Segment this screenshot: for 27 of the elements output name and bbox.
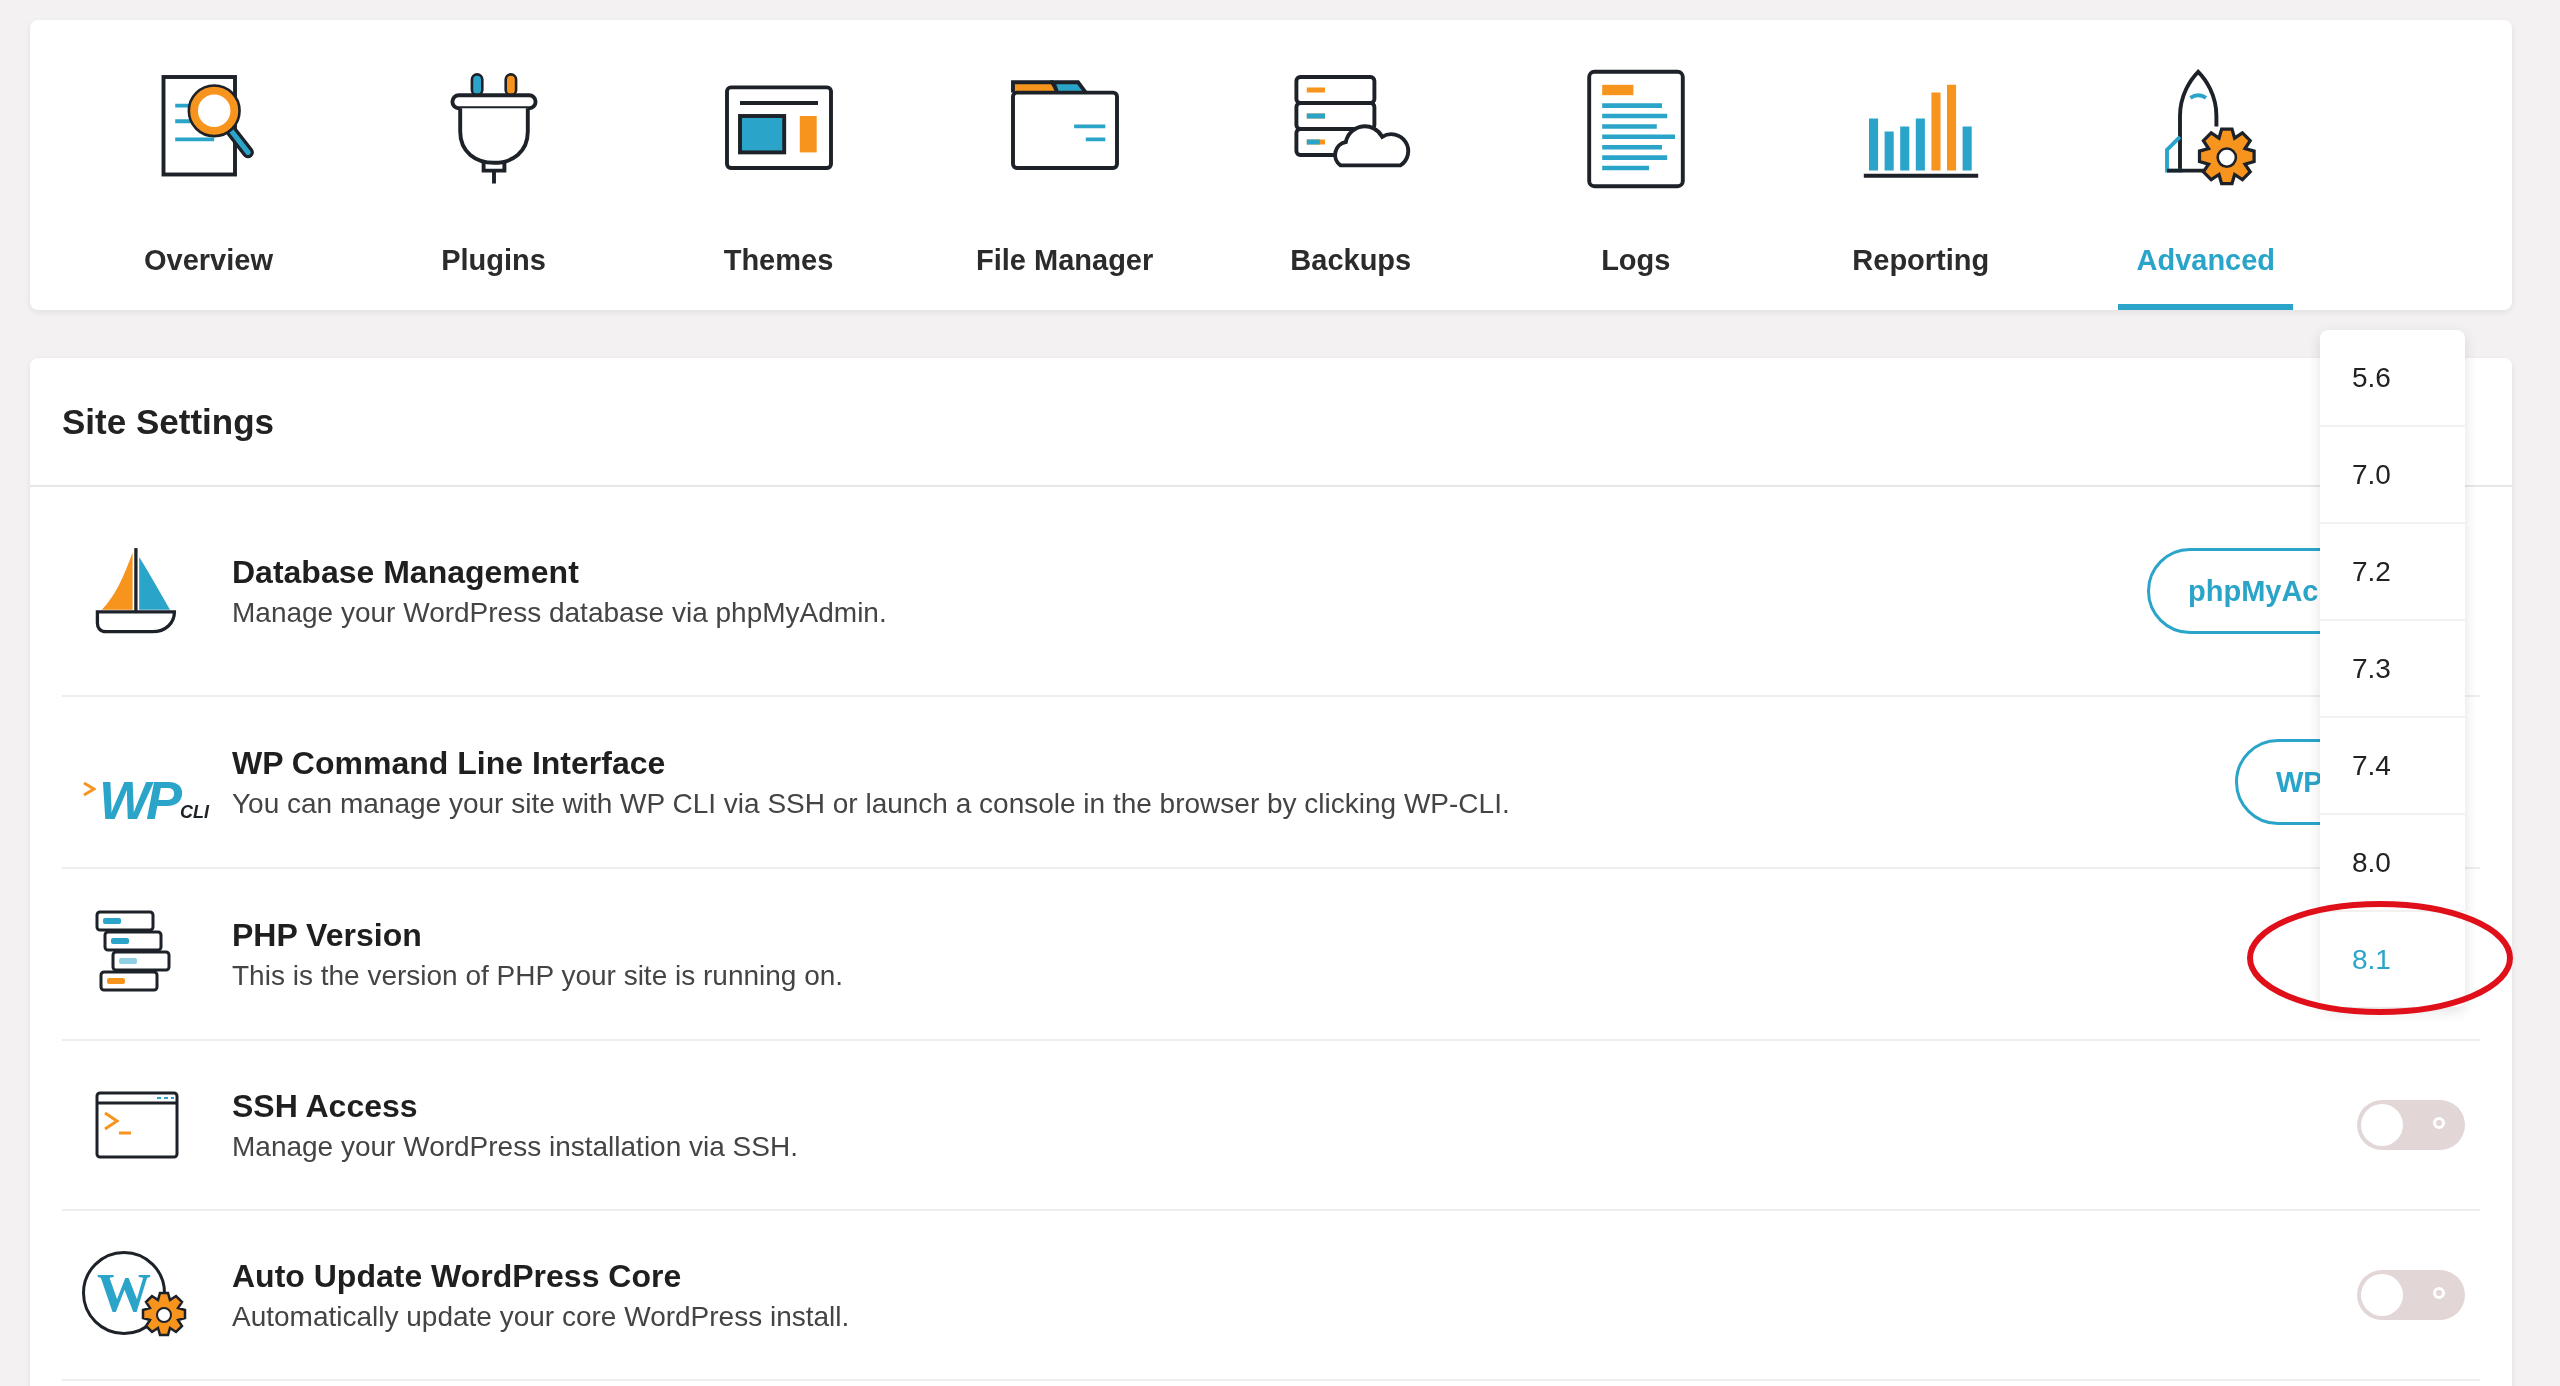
version-option[interactable]: 7.2 — [2320, 524, 2465, 621]
version-option[interactable]: 7.4 — [2320, 718, 2465, 815]
toggle-switch[interactable] — [2357, 1100, 2465, 1150]
setting-description: Automatically update your core WordPress install. — [232, 1300, 850, 1333]
nav-tab[interactable]: Logs — [1548, 20, 1724, 310]
nav-tab[interactable]: Reporting — [1833, 20, 2009, 310]
nav-tab[interactable]: Plugins — [406, 20, 581, 310]
nav-tab[interactable]: Overview — [121, 20, 296, 310]
nav-tab[interactable]: Backups — [1263, 20, 1439, 310]
setting-description: Manage your WordPress installation via SSH. — [232, 1130, 798, 1163]
version-option[interactable]: 5.6 — [2320, 330, 2465, 427]
version-option[interactable]: 8.0 — [2320, 815, 2465, 912]
card-title: Site Settings — [62, 401, 274, 442]
setting-title: Database Management — [232, 553, 579, 591]
setting-description: You can manage your site with WP CLI via SSH or launch a console in the browser by clicking WP-CLI. — [232, 787, 1510, 820]
setting-description: This is the version of PHP your site is running on. — [232, 959, 844, 992]
version-option[interactable]: 7.0 — [2320, 427, 2465, 524]
nav-tab[interactable]: Themes — [691, 20, 866, 310]
version-option[interactable]: 7.3 — [2320, 621, 2465, 718]
setting-title: Auto Update WordPress Core — [232, 1257, 682, 1295]
setting-description: Manage your WordPress database via phpMyAdmin. — [232, 596, 887, 629]
setting-title: PHP Version — [232, 916, 422, 954]
setting-title: SSH Access — [232, 1087, 418, 1125]
toggle-switch[interactable] — [2357, 1270, 2465, 1320]
setting-title: WP Command Line Interface — [232, 744, 666, 782]
wp-cli-logo: WPCLI — [82, 737, 209, 827]
nav-tab[interactable]: File Manager — [976, 20, 1154, 310]
